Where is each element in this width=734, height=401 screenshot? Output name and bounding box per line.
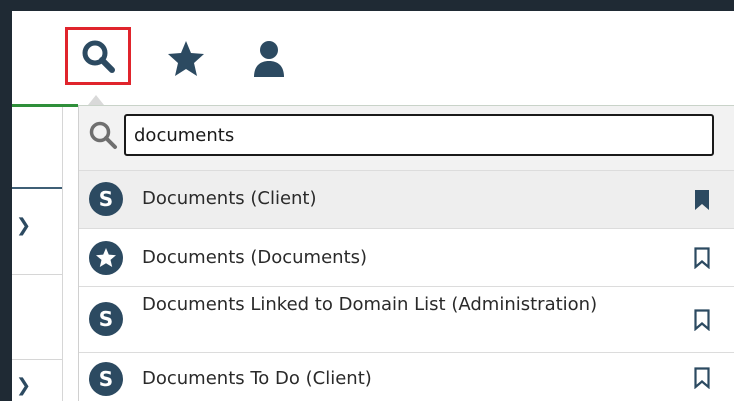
panel-divider [12, 359, 62, 360]
search-input[interactable] [124, 114, 714, 156]
result-label: Documents (Documents) [142, 247, 368, 268]
result-label: Documents (Client) [142, 188, 317, 209]
bookmark-outline-icon[interactable] [693, 247, 711, 269]
screen-badge-icon: S [89, 362, 123, 396]
search-result-item[interactable]: S Documents (Client) [79, 170, 734, 228]
left-side-panel: ❯ ❯ [12, 107, 63, 401]
search-icon [89, 121, 117, 149]
user-button[interactable] [237, 27, 301, 91]
bookmark-outline-icon[interactable] [693, 367, 711, 389]
search-button[interactable] [65, 27, 131, 85]
favorites-button[interactable] [154, 27, 218, 91]
dropdown-pointer [88, 95, 104, 105]
star-icon [168, 41, 204, 76]
screen-badge-icon: S [89, 302, 123, 336]
user-icon [254, 41, 284, 77]
panel-divider [12, 187, 62, 189]
search-dropdown: S Documents (Client) Documents (Document… [78, 106, 734, 401]
app-frame: ❯ ❯ S Documents (Client) [12, 11, 734, 401]
star-badge-icon [89, 241, 123, 275]
search-result-item[interactable]: S Documents To Do (Client) [79, 352, 734, 401]
bookmark-filled-icon[interactable] [693, 189, 711, 211]
top-toolbar [12, 11, 734, 105]
search-icon [82, 40, 115, 73]
bookmark-outline-icon[interactable] [693, 309, 711, 331]
chevron-right-icon[interactable]: ❯ [16, 217, 31, 235]
result-label: Documents Linked to Domain List (Adminis… [142, 294, 598, 315]
chevron-right-icon[interactable]: ❯ [16, 377, 31, 395]
result-label: Documents To Do (Client) [142, 368, 372, 389]
search-result-item[interactable]: Documents (Documents) [79, 228, 734, 286]
panel-divider [12, 274, 62, 275]
screen-badge-icon: S [89, 182, 123, 216]
search-result-item[interactable]: S Documents Linked to Domain List (Admin… [79, 286, 734, 352]
search-bar [79, 106, 734, 170]
star-icon [96, 248, 116, 267]
